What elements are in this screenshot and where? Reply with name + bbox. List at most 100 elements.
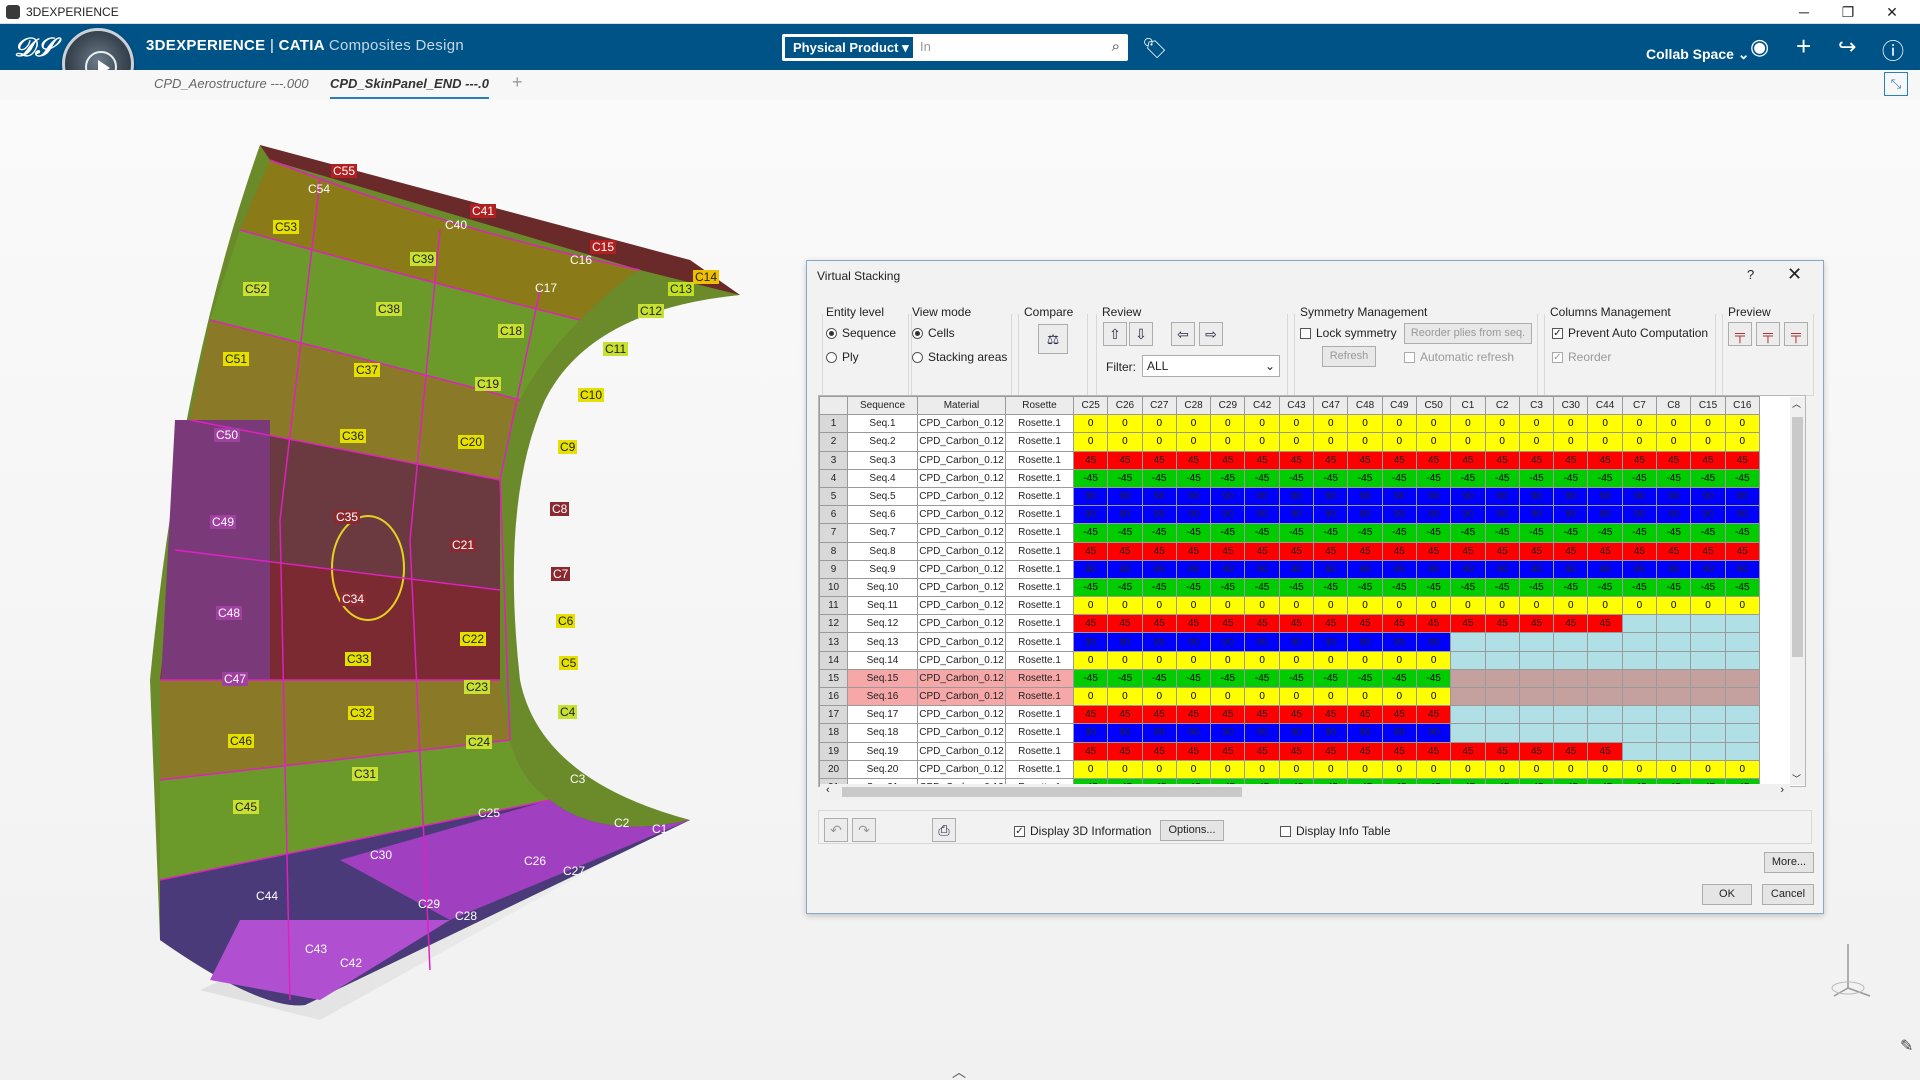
stacking-cell[interactable]: 0 <box>1141 759 1177 779</box>
stacking-cell[interactable]: 0 <box>1210 432 1246 452</box>
stacking-cell[interactable]: -45 <box>1415 668 1452 689</box>
table-row[interactable]: 10 Seq.10 CPD_Carbon_0.12 Rosette.1 -45 -45 -4… <box>819 577 1760 598</box>
stacking-cell[interactable]: -45 <box>1210 468 1246 488</box>
stacking-cell[interactable]: 45 <box>1278 614 1315 634</box>
column-header[interactable]: Sequence <box>847 396 918 416</box>
stacking-cell[interactable]: -45 <box>1175 523 1212 543</box>
rosette-cell[interactable]: Rosette.1 <box>1005 705 1074 725</box>
stacking-cell[interactable]: 90 <box>1278 723 1315 743</box>
empty-cell[interactable] <box>1724 741 1760 761</box>
stacking-cell[interactable]: 0 <box>1415 759 1452 779</box>
stacking-cell[interactable]: 0 <box>1690 759 1726 779</box>
stacking-cell[interactable]: 0 <box>1313 596 1349 616</box>
stacking-cell[interactable]: -45 <box>1210 523 1246 543</box>
stacking-cell[interactable]: 0 <box>1107 759 1143 779</box>
rosette-cell[interactable]: Rosette.1 <box>1005 596 1074 616</box>
column-header[interactable]: Rosette <box>1005 396 1074 416</box>
stacking-cell[interactable]: 90 <box>1484 559 1520 579</box>
table-row[interactable]: 6 Seq.6 CPD_Carbon_0.12 Rosette.1 90 90 90 90 90… <box>819 505 1760 525</box>
stacking-cell[interactable]: 90 <box>1347 486 1383 507</box>
table-row[interactable]: 15 Seq.15 CPD_Carbon_0.12 Rosette.1 -45 -45 -4… <box>819 668 1760 689</box>
stacking-cell[interactable]: 0 <box>1724 432 1760 452</box>
empty-cell[interactable] <box>1690 741 1726 761</box>
stacking-cell[interactable]: -45 <box>1656 523 1692 543</box>
stacking-cell[interactable]: 45 <box>1381 741 1417 761</box>
stacking-cell[interactable]: 90 <box>1072 505 1109 525</box>
stacking-cell[interactable]: 0 <box>1210 596 1246 616</box>
row-number[interactable]: 20 <box>819 759 848 779</box>
table-row[interactable]: 13 Seq.13 CPD_Carbon_0.12 Rosette.1 90 90 90 90… <box>819 632 1760 652</box>
model-cell-label[interactable]: C5 <box>559 656 579 670</box>
empty-cell[interactable] <box>1518 686 1555 707</box>
stacking-cell[interactable]: 90 <box>1107 505 1143 525</box>
stacking-cell[interactable]: 45 <box>1107 741 1143 761</box>
stacking-cell[interactable]: 90 <box>1107 632 1143 652</box>
empty-cell[interactable] <box>1450 668 1486 689</box>
stacking-cell[interactable]: 45 <box>1278 705 1315 725</box>
stacking-cell[interactable]: 90 <box>1415 505 1452 525</box>
row-number[interactable]: 15 <box>819 668 848 689</box>
stacking-cell[interactable]: 90 <box>1278 559 1315 579</box>
stacking-cell[interactable]: -45 <box>1072 468 1109 488</box>
stacking-cell[interactable]: -45 <box>1656 577 1692 598</box>
move-right-icon[interactable]: ⇨ <box>1199 322 1223 346</box>
stacking-cell[interactable]: 90 <box>1621 505 1658 525</box>
stacking-cell[interactable]: 90 <box>1072 632 1109 652</box>
stacking-cell[interactable]: 90 <box>1175 505 1212 525</box>
stacking-cell[interactable]: 45 <box>1518 741 1555 761</box>
table-row[interactable]: 11 Seq.11 CPD_Carbon_0.12 Rosette.1 0 0 0 0 0 0 0 0… <box>819 596 1760 616</box>
column-header[interactable]: C43 <box>1278 396 1315 416</box>
stacking-cell[interactable]: 0 <box>1587 596 1623 616</box>
stacking-cell[interactable]: 90 <box>1415 559 1452 579</box>
empty-cell[interactable] <box>1484 668 1520 689</box>
material-cell[interactable]: CPD_Carbon_0.12 <box>917 596 1006 616</box>
stacking-cell[interactable]: 90 <box>1553 486 1589 507</box>
stacking-cell[interactable]: 45 <box>1450 614 1486 634</box>
stacking-cell[interactable]: 45 <box>1484 741 1520 761</box>
column-header[interactable]: C25 <box>1072 396 1109 416</box>
stacking-cell[interactable]: 0 <box>1656 414 1692 434</box>
model-cell-label[interactable]: C46 <box>228 734 255 748</box>
row-number[interactable]: 2 <box>819 432 848 452</box>
stacking-cell[interactable]: 0 <box>1347 686 1383 707</box>
empty-cell[interactable] <box>1587 632 1623 652</box>
stacking-cell[interactable]: 45 <box>1656 541 1692 561</box>
search-scope-dropdown[interactable]: Physical Product ▾ <box>785 37 913 58</box>
stacking-cell[interactable]: 0 <box>1450 596 1486 616</box>
stacking-cell[interactable]: -45 <box>1313 523 1349 543</box>
stacking-cell[interactable]: 90 <box>1313 723 1349 743</box>
stacking-cell[interactable]: -45 <box>1347 523 1383 543</box>
stacking-cell[interactable]: 90 <box>1587 505 1623 525</box>
stacking-cell[interactable]: 0 <box>1244 759 1280 779</box>
row-number[interactable]: 18 <box>819 723 848 743</box>
model-cell-label[interactable]: C40 <box>443 218 469 232</box>
rosette-cell[interactable]: Rosette.1 <box>1005 486 1074 507</box>
stacking-cell[interactable]: -45 <box>1553 468 1589 488</box>
empty-cell[interactable] <box>1621 614 1658 634</box>
stacking-cell[interactable]: 45 <box>1347 614 1383 634</box>
model-cell-label[interactable]: C10 <box>578 388 605 402</box>
model-cell-label[interactable]: C24 <box>466 735 493 749</box>
table-row[interactable]: 7 Seq.7 CPD_Carbon_0.12 Rosette.1 -45 -45 -45-… <box>819 523 1760 543</box>
stacking-cell[interactable]: -45 <box>1381 468 1417 488</box>
stacking-cell[interactable]: 0 <box>1244 414 1280 434</box>
stacking-cell[interactable]: -45 <box>1690 523 1726 543</box>
model-cell-label[interactable]: C14 <box>693 270 720 284</box>
stacking-cell[interactable]: 45 <box>1381 541 1417 561</box>
scroll-left-icon[interactable]: ‹ <box>826 784 830 796</box>
stacking-cell[interactable]: 0 <box>1518 759 1555 779</box>
table-row[interactable]: 20 Seq.20 CPD_Carbon_0.12 Rosette.1 0 0 0 0 0 0 0 0… <box>819 759 1760 779</box>
pen-icon[interactable]: ✎ <box>1900 1036 1913 1056</box>
stacking-cell[interactable]: -45 <box>1347 577 1383 598</box>
material-cell[interactable]: CPD_Carbon_0.12 <box>917 505 1006 525</box>
stacking-cell[interactable]: 0 <box>1381 686 1417 707</box>
stacking-cell[interactable]: 90 <box>1141 559 1177 579</box>
empty-cell[interactable] <box>1690 614 1726 634</box>
stacking-cell[interactable]: 45 <box>1347 741 1383 761</box>
stacking-cell[interactable]: 45 <box>1313 614 1349 634</box>
stacking-cell[interactable]: 0 <box>1415 686 1452 707</box>
row-number[interactable]: 8 <box>819 541 848 561</box>
stacking-cell[interactable]: 0 <box>1553 759 1589 779</box>
model-cell-label[interactable]: C27 <box>561 864 587 878</box>
stacking-cell[interactable]: 45 <box>1553 741 1589 761</box>
